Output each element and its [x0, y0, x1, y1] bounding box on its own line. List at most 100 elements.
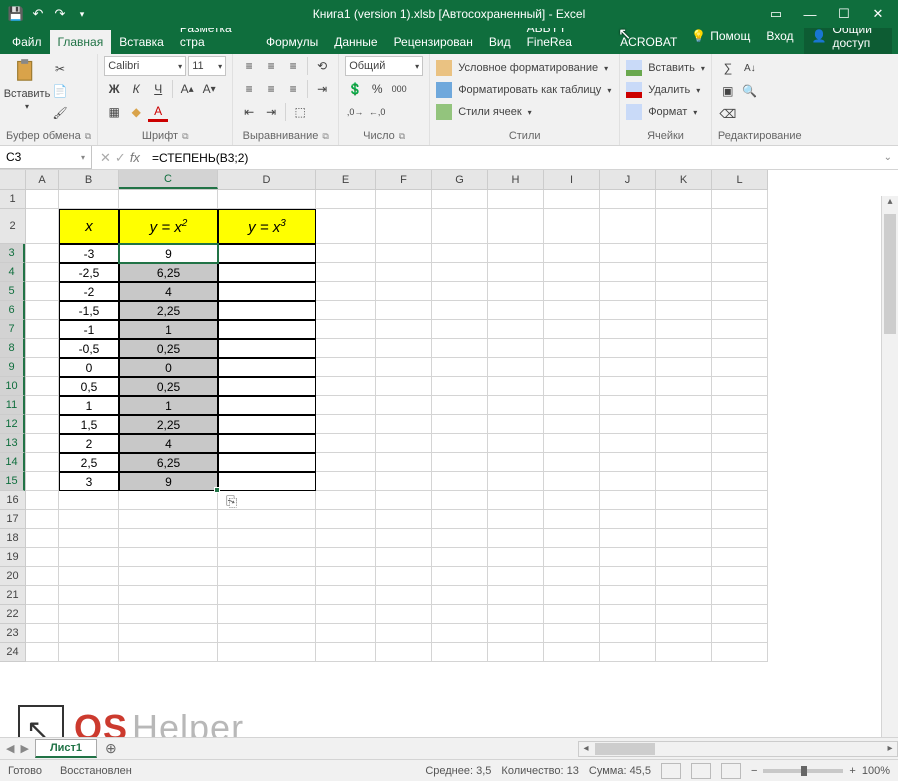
cell-G22[interactable] [432, 605, 488, 624]
tab-review[interactable]: Рецензирован [386, 30, 481, 54]
cell-K18[interactable] [656, 529, 712, 548]
cell-L16[interactable] [712, 491, 768, 510]
cell-A3[interactable] [26, 244, 59, 263]
cell-I18[interactable] [544, 529, 600, 548]
cell-B23[interactable] [59, 624, 119, 643]
cell-H13[interactable] [488, 434, 544, 453]
find-icon[interactable]: 🔍 [740, 81, 760, 101]
cell-K11[interactable] [656, 396, 712, 415]
cell-H6[interactable] [488, 301, 544, 320]
cell-J3[interactable] [600, 244, 656, 263]
cell-G11[interactable] [432, 396, 488, 415]
cell-E19[interactable] [316, 548, 376, 567]
cell-E18[interactable] [316, 529, 376, 548]
cell-C11[interactable]: 1 [119, 396, 218, 415]
cell-D12[interactable] [218, 415, 316, 434]
delete-cells-button[interactable]: Удалить▾ [626, 80, 700, 100]
orientation-icon[interactable]: ⟲ [312, 56, 332, 76]
cell-H10[interactable] [488, 377, 544, 396]
cell-E14[interactable] [316, 453, 376, 472]
cell-J24[interactable] [600, 643, 656, 662]
conditional-formatting-button[interactable]: Условное форматирование▾ [436, 58, 608, 78]
tab-home[interactable]: Главная [50, 30, 112, 54]
cell-G7[interactable] [432, 320, 488, 339]
cell-E3[interactable] [316, 244, 376, 263]
cell-G5[interactable] [432, 282, 488, 301]
cell-A10[interactable] [26, 377, 59, 396]
cell-C17[interactable] [119, 510, 218, 529]
increase-indent-icon[interactable]: ⇥ [261, 102, 281, 122]
cell-B9[interactable]: 0 [59, 358, 119, 377]
decrease-indent-icon[interactable]: ⇤ [239, 102, 259, 122]
cell-C14[interactable]: 6,25 [119, 453, 218, 472]
tab-view[interactable]: Вид [481, 30, 519, 54]
cell-B3[interactable]: -3 [59, 244, 119, 263]
cell-D20[interactable] [218, 567, 316, 586]
cell-D17[interactable] [218, 510, 316, 529]
cell-L4[interactable] [712, 263, 768, 282]
row-header-24[interactable]: 24 [0, 643, 25, 662]
cell-I15[interactable] [544, 472, 600, 491]
cell-J14[interactable] [600, 453, 656, 472]
cell-C10[interactable]: 0,25 [119, 377, 218, 396]
cell-K17[interactable] [656, 510, 712, 529]
cell-L8[interactable] [712, 339, 768, 358]
cell-L20[interactable] [712, 567, 768, 586]
dialog-launcher-icon[interactable]: ⧉ [322, 131, 328, 142]
horizontal-scrollbar[interactable]: ◂ ▸ [578, 741, 898, 757]
cell-H19[interactable] [488, 548, 544, 567]
maximize-icon[interactable]: ☐ [836, 6, 852, 22]
cell-G10[interactable] [432, 377, 488, 396]
col-header-D[interactable]: D [218, 170, 316, 189]
cell-A15[interactable] [26, 472, 59, 491]
merge-icon[interactable]: ⬚ [290, 102, 310, 122]
col-header-I[interactable]: I [544, 170, 600, 189]
cell-C16[interactable] [119, 491, 218, 510]
column-headers[interactable]: ABCDEFGHIJKL [26, 170, 768, 190]
cell-K10[interactable] [656, 377, 712, 396]
cell-E2[interactable] [316, 209, 376, 244]
cell-L15[interactable] [712, 472, 768, 491]
cell-L23[interactable] [712, 624, 768, 643]
cell-A1[interactable] [26, 190, 59, 209]
cell-C2[interactable]: y = x2 [119, 209, 218, 244]
row-header-23[interactable]: 23 [0, 624, 25, 643]
cell-B8[interactable]: -0,5 [59, 339, 119, 358]
cell-F11[interactable] [376, 396, 432, 415]
cell-D11[interactable] [218, 396, 316, 415]
cell-G16[interactable] [432, 491, 488, 510]
row-header-1[interactable]: 1 [0, 190, 25, 209]
decrease-font-icon[interactable]: A▾ [199, 79, 219, 99]
italic-button[interactable]: К [126, 79, 146, 99]
dialog-launcher-icon[interactable]: ⧉ [85, 131, 91, 142]
cell-C18[interactable] [119, 529, 218, 548]
font-name-combo[interactable]: Calibri▾ [104, 56, 186, 76]
cell-F5[interactable] [376, 282, 432, 301]
cell-F19[interactable] [376, 548, 432, 567]
worksheet-grid[interactable]: ABCDEFGHIJKL 123456789101112131415161718… [0, 170, 898, 710]
redo-icon[interactable]: ↷ [52, 6, 68, 22]
cell-I14[interactable] [544, 453, 600, 472]
cell-H18[interactable] [488, 529, 544, 548]
cell-B22[interactable] [59, 605, 119, 624]
cell-A24[interactable] [26, 643, 59, 662]
cell-K12[interactable] [656, 415, 712, 434]
cell-E7[interactable] [316, 320, 376, 339]
cell-I22[interactable] [544, 605, 600, 624]
cell-E5[interactable] [316, 282, 376, 301]
cell-J16[interactable] [600, 491, 656, 510]
cell-G18[interactable] [432, 529, 488, 548]
cell-G20[interactable] [432, 567, 488, 586]
cell-L22[interactable] [712, 605, 768, 624]
cell-C4[interactable]: 6,25 [119, 263, 218, 282]
cell-B19[interactable] [59, 548, 119, 567]
cell-B15[interactable]: 3 [59, 472, 119, 491]
cell-G1[interactable] [432, 190, 488, 209]
cell-J18[interactable] [600, 529, 656, 548]
cell-G21[interactable] [432, 586, 488, 605]
cell-A21[interactable] [26, 586, 59, 605]
col-header-G[interactable]: G [432, 170, 488, 189]
cell-C8[interactable]: 0,25 [119, 339, 218, 358]
cell-styles-button[interactable]: Стили ячеек▾ [436, 102, 532, 122]
cell-F8[interactable] [376, 339, 432, 358]
